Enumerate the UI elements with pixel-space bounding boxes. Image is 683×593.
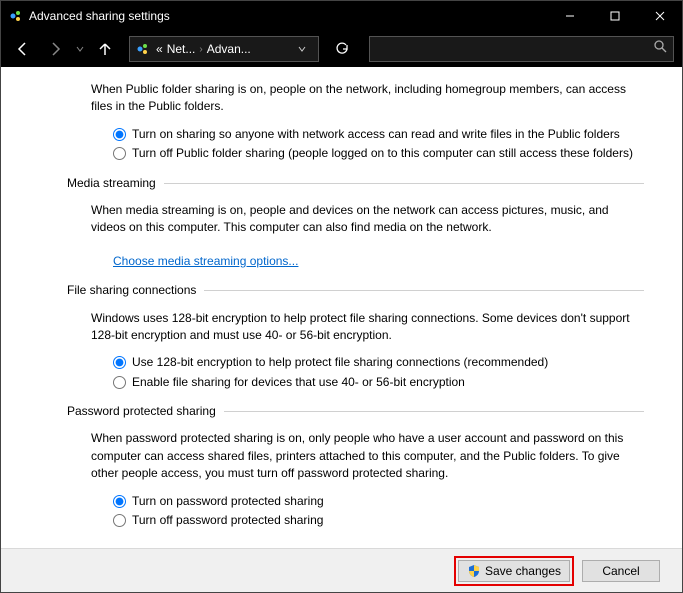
window-title: Advanced sharing settings	[29, 9, 547, 23]
media-streaming-description: When media streaming is on, people and d…	[91, 202, 644, 237]
section-label: Password protected sharing	[67, 403, 224, 420]
file-sharing-radiogroup: Use 128-bit encryption to help protect f…	[113, 354, 644, 391]
radio-input[interactable]	[113, 376, 126, 389]
radio-label: Enable file sharing for devices that use…	[132, 374, 465, 391]
radio-label: Turn off Public folder sharing (people l…	[132, 145, 633, 162]
minimize-button[interactable]	[547, 1, 592, 31]
button-label: Cancel	[602, 564, 639, 578]
divider	[164, 183, 644, 184]
back-button[interactable]	[9, 35, 37, 63]
breadcrumb[interactable]: « Net... › Advan...	[129, 36, 319, 62]
radio-label: Turn on sharing so anyone with network a…	[132, 126, 620, 143]
encryption-40-56-option[interactable]: Enable file sharing for devices that use…	[113, 374, 644, 391]
breadcrumb-dropdown[interactable]	[292, 37, 312, 61]
media-streaming-options-link[interactable]: Choose media streaming options...	[113, 253, 298, 270]
app-icon	[9, 9, 23, 23]
password-sharing-heading: Password protected sharing	[67, 403, 644, 420]
radio-input[interactable]	[113, 128, 126, 141]
breadcrumb-item[interactable]: Net...	[167, 42, 196, 56]
password-on-option[interactable]: Turn on password protected sharing	[113, 493, 644, 510]
public-folder-description: When Public folder sharing is on, people…	[91, 81, 644, 116]
content-area: When Public folder sharing is on, people…	[1, 67, 682, 548]
refresh-button[interactable]	[329, 36, 355, 62]
radio-input[interactable]	[113, 495, 126, 508]
encryption-128-option[interactable]: Use 128-bit encryption to help protect f…	[113, 354, 644, 371]
navbar: « Net... › Advan...	[1, 31, 682, 67]
shield-icon	[467, 564, 481, 578]
search-input[interactable]	[376, 42, 654, 56]
close-button[interactable]	[637, 1, 682, 31]
radio-label: Use 128-bit encryption to help protect f…	[132, 354, 548, 371]
recent-dropdown[interactable]	[73, 35, 87, 63]
window-controls	[547, 1, 682, 31]
divider	[224, 411, 644, 412]
divider	[204, 290, 644, 291]
radio-input[interactable]	[113, 147, 126, 160]
radio-input[interactable]	[113, 356, 126, 369]
up-button[interactable]	[91, 35, 119, 63]
radio-label: Turn off password protected sharing	[132, 512, 323, 529]
search-box[interactable]	[369, 36, 674, 62]
breadcrumb-item[interactable]: Advan...	[207, 42, 251, 56]
file-sharing-description: Windows uses 128-bit encryption to help …	[91, 310, 644, 345]
chevron-right-icon: ›	[199, 44, 202, 55]
breadcrumb-prefix: «	[156, 42, 163, 56]
forward-button[interactable]	[41, 35, 69, 63]
highlight-box: Save changes	[454, 556, 574, 586]
location-icon	[136, 42, 150, 56]
public-folder-off-option[interactable]: Turn off Public folder sharing (people l…	[113, 145, 644, 162]
radio-label: Turn on password protected sharing	[132, 493, 324, 510]
public-folder-on-option[interactable]: Turn on sharing so anyone with network a…	[113, 126, 644, 143]
file-sharing-heading: File sharing connections	[67, 282, 644, 299]
titlebar: Advanced sharing settings	[1, 1, 682, 31]
button-label: Save changes	[485, 564, 561, 578]
password-sharing-radiogroup: Turn on password protected sharing Turn …	[113, 493, 644, 530]
radio-input[interactable]	[113, 514, 126, 527]
password-sharing-description: When password protected sharing is on, o…	[91, 430, 644, 482]
section-label: Media streaming	[67, 175, 164, 192]
search-icon	[654, 40, 667, 58]
media-streaming-heading: Media streaming	[67, 175, 644, 192]
password-off-option[interactable]: Turn off password protected sharing	[113, 512, 644, 529]
cancel-button[interactable]: Cancel	[582, 560, 660, 582]
public-folder-radiogroup: Turn on sharing so anyone with network a…	[113, 126, 644, 163]
window: Advanced sharing settings « Net... › Adv…	[0, 0, 683, 593]
maximize-button[interactable]	[592, 1, 637, 31]
save-changes-button[interactable]: Save changes	[458, 560, 570, 582]
section-label: File sharing connections	[67, 282, 204, 299]
footer: Save changes Cancel	[1, 548, 682, 592]
